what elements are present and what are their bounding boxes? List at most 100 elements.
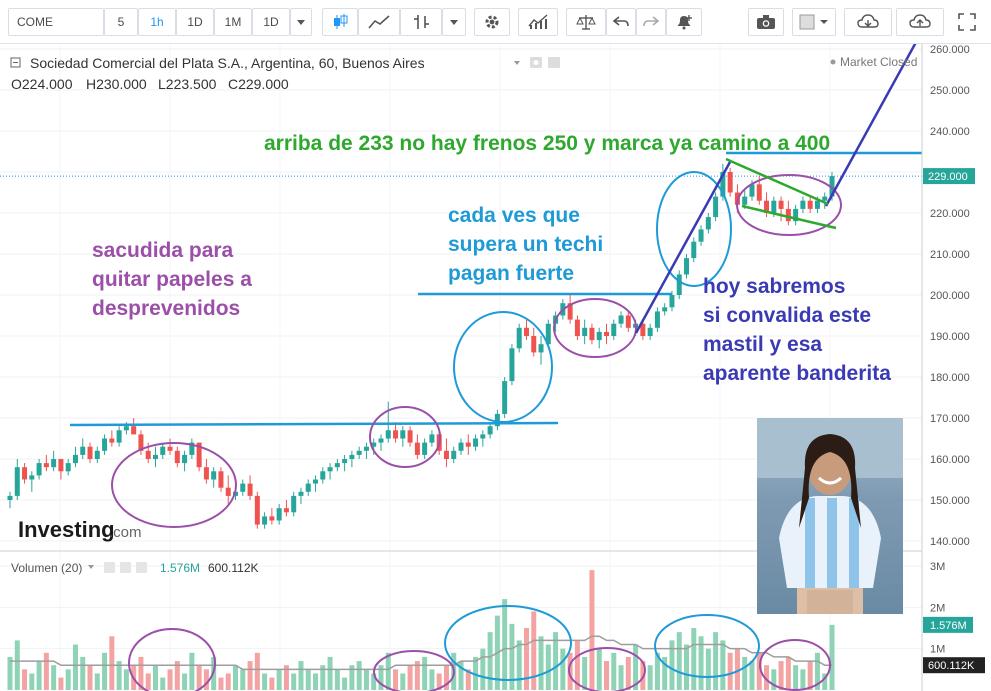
candle-body bbox=[36, 463, 42, 476]
volume-bar bbox=[669, 640, 675, 690]
candle-body bbox=[807, 200, 813, 209]
volume-bar bbox=[356, 661, 362, 690]
candle-body bbox=[400, 430, 406, 439]
volume-bar bbox=[29, 673, 35, 690]
ohlc-high: H230.000 bbox=[86, 76, 147, 92]
annotation-sacudida-line-2: quitar papeles a bbox=[92, 268, 252, 291]
price-tick-label: 250.000 bbox=[930, 85, 970, 97]
price-tick-label: 180.000 bbox=[930, 372, 970, 384]
candle-body bbox=[116, 430, 122, 443]
volume-bar bbox=[502, 599, 508, 690]
candles-icon bbox=[334, 14, 348, 29]
settings-small-icon[interactable] bbox=[548, 57, 560, 68]
close-icon[interactable] bbox=[136, 562, 147, 573]
volume-bar bbox=[102, 652, 108, 690]
candle-body bbox=[276, 508, 282, 521]
candle-body bbox=[203, 467, 209, 480]
candle-body bbox=[705, 217, 711, 230]
candle-body bbox=[218, 471, 224, 488]
candle-body bbox=[618, 315, 624, 324]
volume-label: Volumen (20) bbox=[11, 561, 82, 575]
candle-body bbox=[269, 516, 275, 521]
annotation-sacudida-line-1: sacudida para bbox=[92, 239, 234, 262]
interval-5-button[interactable]: 5 bbox=[104, 8, 138, 36]
ohlc-close: C229.000 bbox=[228, 76, 289, 92]
candle-body bbox=[160, 446, 166, 455]
flag-upper-line bbox=[725, 157, 829, 206]
candle-body bbox=[582, 327, 588, 336]
price-tick-label: 240.000 bbox=[930, 126, 970, 138]
candle-body bbox=[349, 454, 355, 459]
market-status: Market Closed bbox=[840, 55, 917, 69]
candle-body bbox=[414, 442, 420, 455]
price-tick-label: 220.000 bbox=[930, 208, 970, 220]
bars-style-button[interactable] bbox=[400, 8, 442, 36]
eye-icon[interactable] bbox=[104, 562, 115, 573]
chevron-down-icon bbox=[450, 19, 458, 25]
candle-body bbox=[305, 483, 311, 492]
interval-1m-button[interactable]: 1M bbox=[214, 8, 252, 36]
annotation-hoy-line-4: aparente banderita bbox=[703, 362, 891, 385]
volume-bar bbox=[603, 661, 609, 690]
volume-chevron-icon[interactable] bbox=[88, 565, 94, 569]
style-dropdown-button[interactable] bbox=[442, 8, 466, 36]
candle-body bbox=[698, 229, 704, 242]
volume-badge-2-label: 600.112K bbox=[928, 660, 975, 672]
volume-bar bbox=[647, 665, 653, 690]
alert-button[interactable] bbox=[666, 8, 702, 36]
price-axis[interactable]: 260.000250.000240.000230.000220.000210.0… bbox=[921, 44, 991, 691]
settings-button[interactable] bbox=[474, 8, 510, 36]
settings-small-icon[interactable] bbox=[120, 562, 131, 573]
volume-bar bbox=[422, 656, 428, 690]
candle-body bbox=[603, 331, 609, 336]
fullscreen-icon bbox=[958, 13, 976, 31]
toolbar: COME 5 1h 1D 1M 1D bbox=[0, 0, 991, 44]
interval-label: 1M bbox=[224, 15, 242, 29]
candle-body bbox=[22, 467, 28, 480]
volume-bar bbox=[7, 656, 13, 690]
volume-bar bbox=[218, 677, 224, 690]
volume-bar bbox=[829, 624, 835, 690]
candle-body bbox=[291, 495, 297, 513]
candle-body bbox=[771, 200, 777, 213]
interval-dropdown-button[interactable] bbox=[290, 8, 312, 36]
volume-bar bbox=[516, 640, 522, 690]
fullscreen-button[interactable] bbox=[950, 8, 984, 36]
volume-bar bbox=[727, 652, 733, 690]
candle-body bbox=[356, 450, 362, 455]
title-chevron-icon[interactable] bbox=[514, 61, 520, 65]
logo-suffix: .com bbox=[109, 524, 142, 541]
indicators-button[interactable] bbox=[518, 8, 558, 36]
chart-style-button[interactable] bbox=[358, 8, 400, 36]
volume-bar bbox=[327, 656, 333, 690]
compare-button[interactable] bbox=[566, 8, 606, 36]
symbol-search-input[interactable]: COME bbox=[8, 8, 104, 36]
symbol-label: COME bbox=[17, 15, 53, 29]
volume-bar bbox=[778, 661, 784, 690]
color-picker-button[interactable] bbox=[792, 8, 836, 36]
candle-body bbox=[509, 348, 515, 382]
interval-1h-button[interactable]: 1h bbox=[138, 8, 176, 36]
snapshot-button[interactable] bbox=[748, 8, 784, 36]
candle-body bbox=[247, 483, 253, 496]
volume-bar bbox=[625, 656, 631, 690]
annotation-cada-line-3: pagan fuerte bbox=[448, 262, 575, 285]
annotation-cada-line-1: cada ves que bbox=[448, 204, 580, 227]
area-chart-icon bbox=[368, 15, 390, 29]
candle-body bbox=[87, 446, 93, 459]
interval-custom-button[interactable]: 1D bbox=[252, 8, 290, 36]
candles-style-button[interactable] bbox=[322, 8, 358, 36]
cloud-save-button[interactable] bbox=[896, 8, 944, 36]
redo-button[interactable] bbox=[636, 8, 666, 36]
candle-body bbox=[167, 446, 173, 451]
candle-body bbox=[320, 471, 326, 480]
candle-body bbox=[58, 459, 64, 472]
candle-body bbox=[123, 426, 129, 431]
volume-bars bbox=[7, 570, 835, 690]
candle-body bbox=[262, 516, 268, 525]
volume-bar bbox=[538, 636, 544, 690]
candle-body bbox=[684, 258, 690, 275]
undo-button[interactable] bbox=[606, 8, 636, 36]
cloud-load-button[interactable] bbox=[844, 8, 892, 36]
interval-1d-button[interactable]: 1D bbox=[176, 8, 214, 36]
